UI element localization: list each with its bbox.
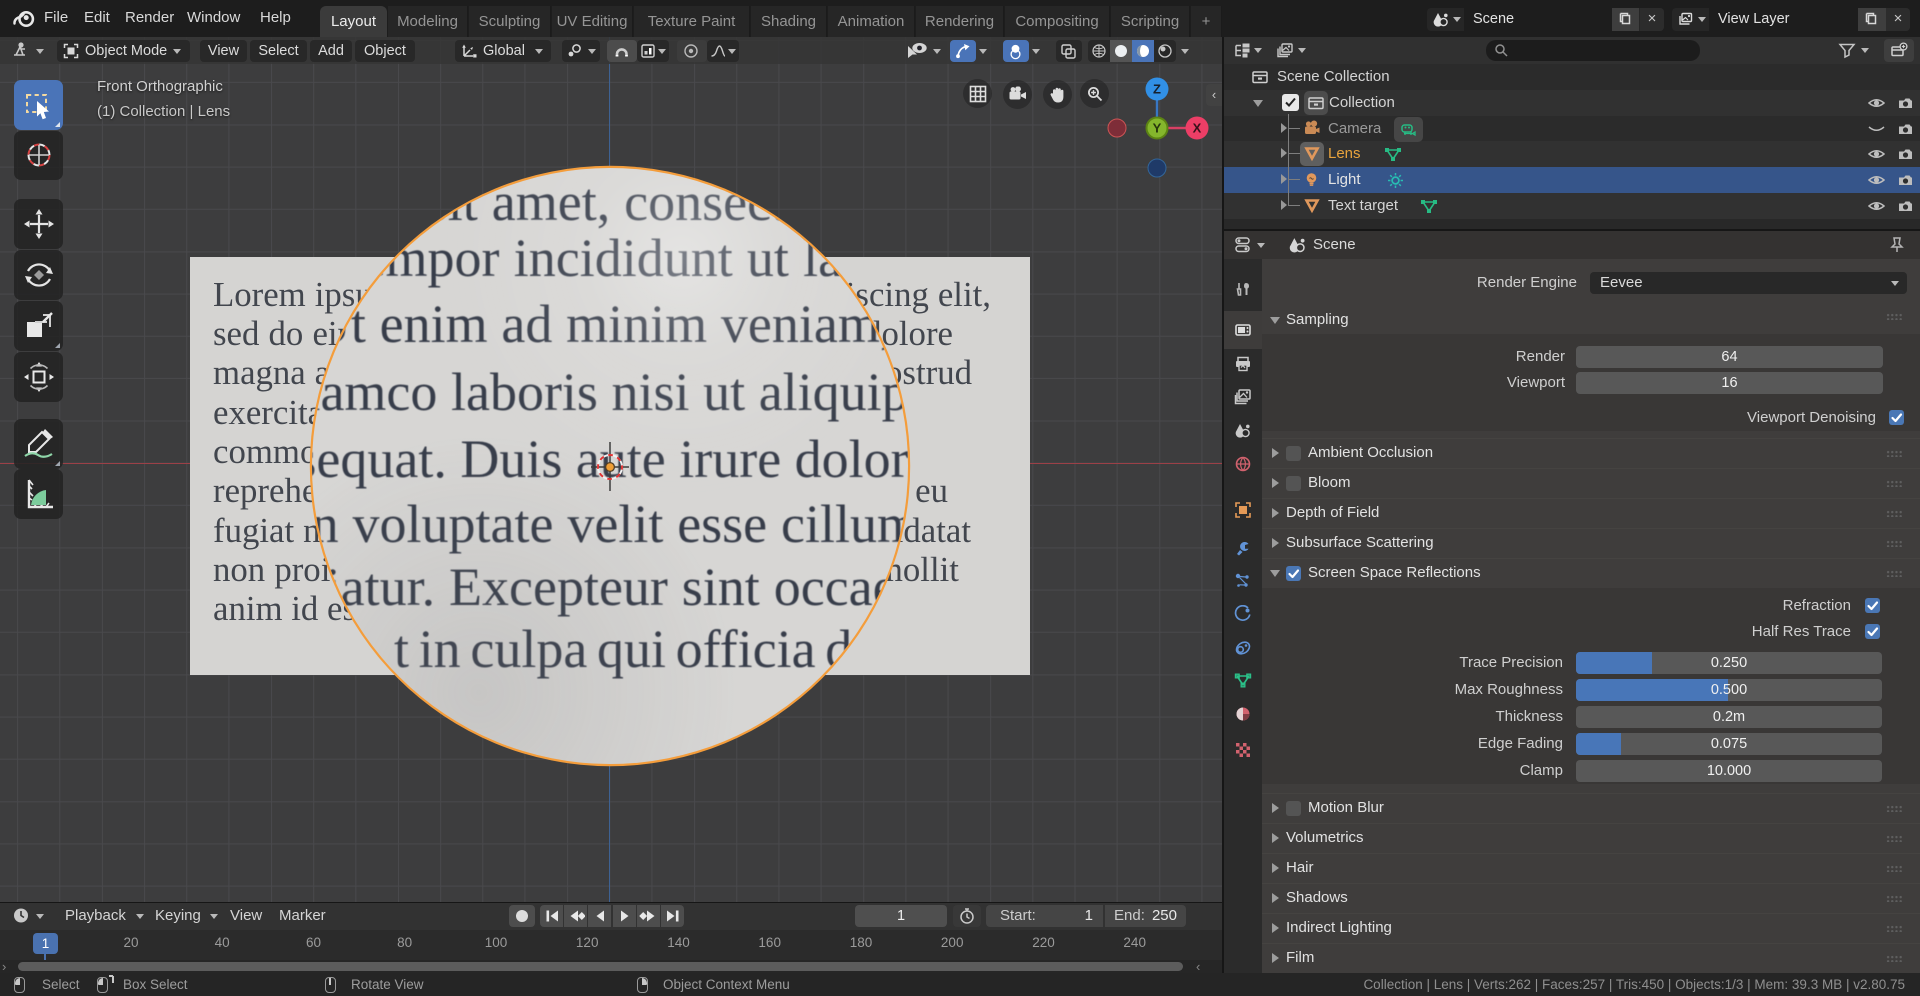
svg-text:Z: Z [1153, 82, 1161, 97]
svg-text:Y: Y [1153, 121, 1162, 136]
svg-text:X: X [1193, 121, 1202, 136]
